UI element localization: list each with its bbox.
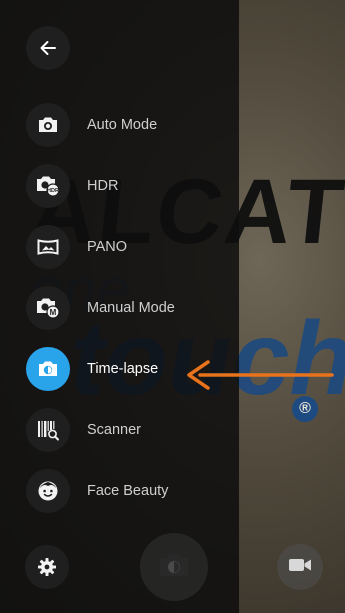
mode-item-auto[interactable]: Auto Mode [0, 96, 239, 154]
mode-item-face-beauty[interactable]: Face Beauty [0, 462, 239, 520]
mode-item-manual[interactable]: M Manual Mode [0, 279, 239, 337]
camera-manual-icon: M [35, 297, 61, 319]
mode-icon-button[interactable] [26, 408, 70, 452]
mode-label-scanner: Scanner [87, 422, 142, 438]
settings-button[interactable] [25, 545, 69, 589]
face-icon [37, 480, 59, 502]
mode-icon-button[interactable] [26, 225, 70, 269]
panorama-icon [37, 239, 59, 255]
svg-text:HDR: HDR [47, 188, 59, 194]
mode-label-face-beauty: Face Beauty [87, 483, 169, 499]
mode-icon-button[interactable] [26, 347, 70, 391]
annotation-arrow [186, 358, 336, 392]
camera-hdr-icon: HDR [35, 175, 61, 197]
scanner-icon [36, 419, 60, 441]
mode-list: Auto Mode HDR HDR PANO M Manual Mode Tim… [0, 0, 239, 613]
camera-icon [37, 116, 59, 134]
mode-label-timelapse: Time-lapse [87, 361, 159, 377]
video-record-button[interactable] [277, 544, 323, 590]
camera-screen: ALCATEL one touch ® [0, 0, 345, 613]
mode-label-auto: Auto Mode [87, 117, 158, 133]
mode-icon-button[interactable]: M [26, 286, 70, 330]
video-camera-icon [288, 557, 312, 578]
mode-label-manual: Manual Mode [87, 300, 175, 316]
shutter-button[interactable] [140, 533, 208, 601]
mode-item-hdr[interactable]: HDR HDR [0, 157, 239, 215]
mode-label-pano: PANO [87, 239, 128, 255]
mode-icon-button[interactable] [26, 469, 70, 513]
mode-icon-button[interactable]: HDR [26, 164, 70, 208]
mode-icon-button[interactable] [26, 103, 70, 147]
mode-item-scanner[interactable]: Scanner [0, 401, 239, 459]
camera-shutter-icon [158, 552, 190, 583]
svg-text:M: M [50, 308, 57, 317]
brand-registered-mark: ® [292, 396, 318, 422]
mode-item-pano[interactable]: PANO [0, 218, 239, 276]
camera-timelapse-icon [37, 360, 59, 378]
gear-icon [37, 557, 57, 577]
mode-label-hdr: HDR [87, 178, 119, 194]
